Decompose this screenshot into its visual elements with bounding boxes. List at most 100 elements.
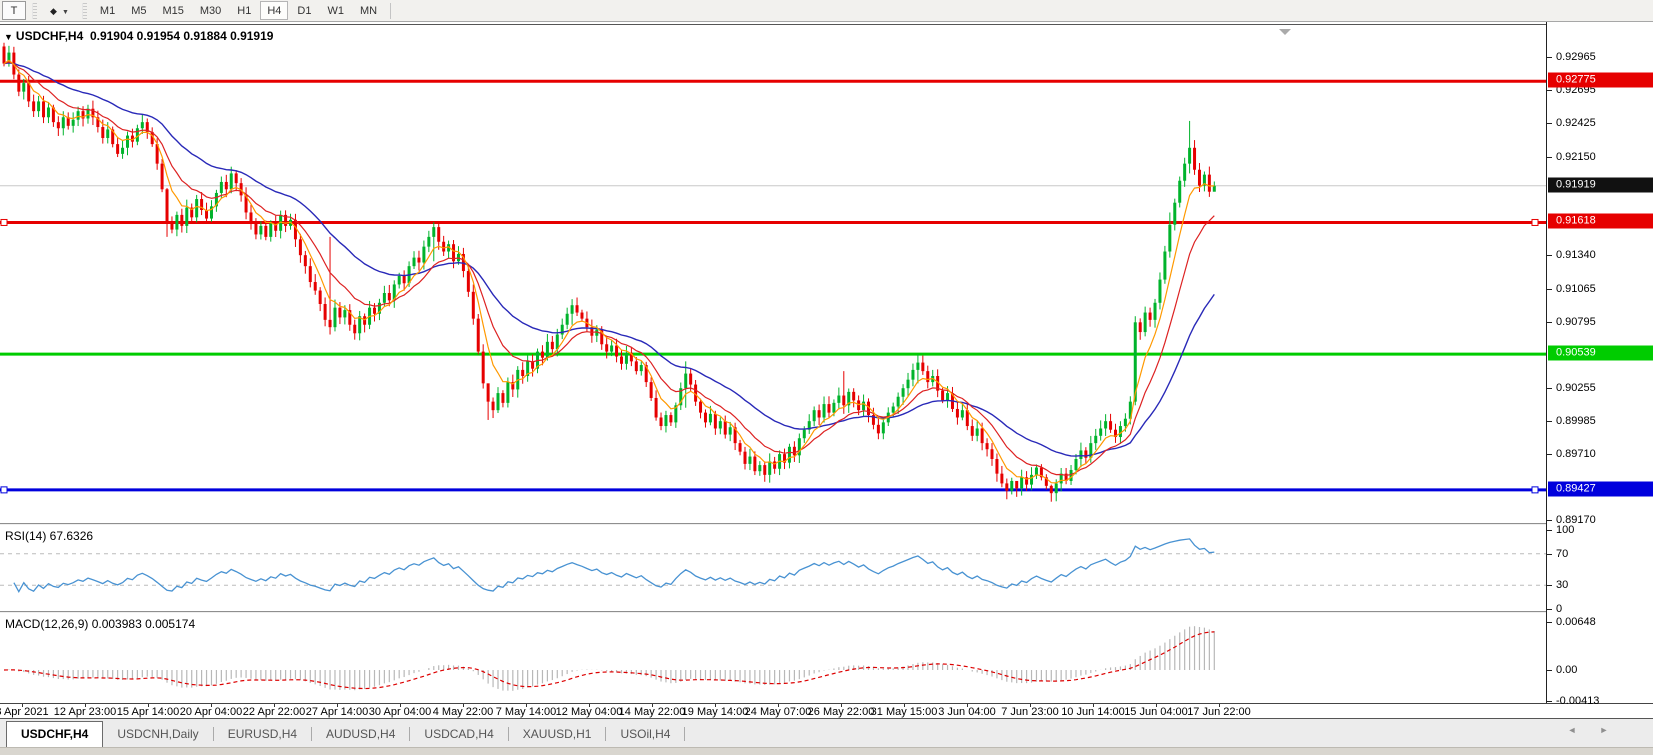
price-tick-mark	[1547, 122, 1552, 124]
timeframe-button-h4[interactable]: H4	[260, 1, 289, 20]
level-price-badge: 0.91618	[1548, 213, 1653, 229]
time-tick-label: 12 Apr 23:00	[53, 706, 117, 718]
level-price-badge: 0.90539	[1548, 345, 1653, 361]
price-tick-mark	[1547, 622, 1552, 623]
timeframe-button-m30[interactable]: M30	[193, 1, 228, 20]
toolbar-grip	[32, 2, 37, 19]
tab-eurusd-h4[interactable]: EURUSD,H4	[214, 723, 311, 747]
horizontal-level-line[interactable]	[0, 486, 1546, 494]
toolbar-separator	[390, 2, 392, 19]
chart-tab-bar: USDCHF,H4 USDCNH,Daily EURUSD,H4 AUDUSD,…	[0, 719, 1653, 747]
price-tick-label: 0.90795	[1556, 315, 1596, 328]
horizontal-level-line[interactable]	[0, 218, 1546, 226]
line-handle-right[interactable]	[1531, 486, 1539, 494]
status-strip	[0, 747, 1653, 755]
timeframe-button-m1[interactable]: M1	[93, 1, 122, 20]
macd-plot	[3, 626, 1215, 691]
cursor-tool-button[interactable]: ◆ ▼	[43, 1, 76, 20]
terminal-window: T ◆ ▼ M1 M5 M15 M30 H1 H4 D1 W1 MN ▼ USDC…	[0, 0, 1653, 755]
time-tick-label: 7 May 14:00	[495, 706, 557, 718]
time-tick-label: 20 Apr 04:00	[179, 706, 243, 718]
price-tick-mark	[1547, 420, 1552, 422]
price-tick-mark	[1547, 700, 1552, 702]
price-tick-mark	[1547, 156, 1552, 158]
cursor-tool-icon: ◆	[50, 5, 57, 16]
price-tick-label: 0.89710	[1556, 448, 1596, 461]
chart-title-ohlc: 0.91904 0.91954 0.91884 0.91919	[89, 29, 274, 43]
line-handle-right[interactable]	[1531, 218, 1539, 226]
timeframe-button-d1[interactable]: D1	[290, 1, 318, 20]
price-axis[interactable]: 0.92965 0.92695 0.92425 0.92150 0.91340 0.910…	[1546, 22, 1653, 707]
time-tick-label: 15 Jun 04:00	[1124, 706, 1188, 718]
tab-scroll-right-button[interactable]: ►	[1593, 725, 1615, 741]
time-tick-label: 12 May 04:00	[555, 706, 623, 718]
price-tick-label: 0.00	[1556, 664, 1578, 676]
level-price-badge: 0.92775	[1548, 72, 1653, 88]
level-price-badge: 0.89427	[1548, 481, 1653, 497]
time-tick-label: 3 Jun 04:00	[938, 706, 996, 718]
price-tick-mark	[1547, 57, 1552, 59]
time-tick-label: 17 Jun 22:00	[1187, 706, 1251, 718]
time-tick-label: 24 May 07:00	[744, 706, 812, 718]
line-handle-left[interactable]	[0, 486, 8, 494]
price-tick-mark	[1547, 321, 1552, 323]
main-chart-pane: ▼ USDCHF,H4 0.91904 0.91954 0.91884 0.919…	[0, 24, 1546, 525]
current-price-badge: 0.91919	[1548, 177, 1653, 193]
ma-fast-line	[3, 59, 1215, 484]
tab-usoil-h4[interactable]: USOil,H4	[606, 723, 684, 747]
toolbar: T ◆ ▼ M1 M5 M15 M30 H1 H4 D1 W1 MN	[0, 0, 1653, 22]
tab-usdcnh-daily[interactable]: USDCNH,Daily	[103, 723, 212, 747]
toolbar-grip-2	[81, 2, 87, 19]
price-tick-label: 70	[1556, 547, 1569, 560]
symbol-marker-icon: ▼	[4, 32, 13, 42]
macd-pane: MACD(12,26,9) 0.003983 0.005174	[0, 614, 1546, 703]
price-tick-label: 0	[1556, 603, 1563, 615]
price-tick-label: 0.91065	[1556, 282, 1596, 295]
price-tick-mark	[1547, 288, 1552, 290]
price-tick-mark	[1547, 255, 1552, 257]
time-axis[interactable]: 8 Apr 2021 12 Apr 23:00 15 Apr 14:00 20 Apr…	[0, 703, 1653, 719]
rsi-pane: RSI(14) 67.6326	[0, 526, 1546, 611]
line-handle-left[interactable]	[0, 218, 8, 226]
chart-area: ▼ USDCHF,H4 0.91904 0.91954 0.91884 0.919…	[0, 22, 1653, 719]
timeframe-button-mn[interactable]: MN	[353, 1, 384, 20]
timeframe-button-m5[interactable]: M5	[124, 1, 153, 20]
price-tick-label: 0.91340	[1556, 249, 1596, 262]
price-tick-label: -0.00413	[1556, 694, 1600, 707]
macd-label: MACD(12,26,9) 0.003983 0.005174	[5, 617, 196, 631]
chart-title: ▼ USDCHF,H4 0.91904 0.91954 0.91884 0.919…	[4, 29, 273, 43]
tab-divider	[684, 727, 686, 741]
time-tick-label: 8 Apr 2021	[0, 706, 49, 718]
price-tick-mark	[1547, 609, 1552, 610]
price-tick-mark	[1547, 585, 1552, 587]
price-tick-mark	[1547, 454, 1552, 456]
price-tick-label: 0.90255	[1556, 381, 1596, 394]
chart-shift-marker[interactable]	[1279, 29, 1291, 35]
macd-signal-line	[3, 631, 1215, 690]
candlestick-plot	[0, 29, 1546, 502]
timeframe-button-w1[interactable]: W1	[320, 1, 351, 20]
text-tool-button[interactable]: T	[2, 1, 26, 20]
rsi-line	[13, 538, 1215, 594]
price-tick-mark	[1547, 90, 1552, 92]
price-tick-label: 0.92425	[1556, 116, 1596, 129]
time-tick-label: 26 May 22:00	[807, 706, 875, 718]
time-tick-label: 14 May 22:00	[618, 706, 686, 718]
tab-usdcad-h4[interactable]: USDCAD,H4	[410, 723, 507, 747]
time-tick-label: 31 May 15:00	[870, 706, 938, 718]
timeframe-button-m15[interactable]: M15	[155, 1, 190, 20]
tab-usdchf-h4[interactable]: USDCHF,H4	[6, 721, 104, 747]
rsi-label: RSI(14) 67.6326	[5, 529, 94, 543]
timeframe-button-h1[interactable]: H1	[230, 1, 258, 20]
time-tick-label: 4 May 22:00	[432, 706, 494, 718]
tab-scroll-left-button[interactable]: ◄	[1561, 725, 1583, 741]
chart-title-symbol: USDCHF,H4	[15, 29, 84, 43]
price-tick-label: 0.89985	[1556, 414, 1596, 427]
time-tick-label: 30 Apr 04:00	[368, 706, 432, 718]
time-tick-label: 7 Jun 23:00	[1001, 706, 1059, 718]
price-tick-mark	[1547, 520, 1552, 522]
tab-audusd-h4[interactable]: AUDUSD,H4	[312, 723, 409, 747]
rsi-plot	[0, 538, 1546, 594]
price-tick-mark	[1547, 387, 1552, 389]
tab-xauusd-h1[interactable]: XAUUSD,H1	[509, 723, 606, 747]
